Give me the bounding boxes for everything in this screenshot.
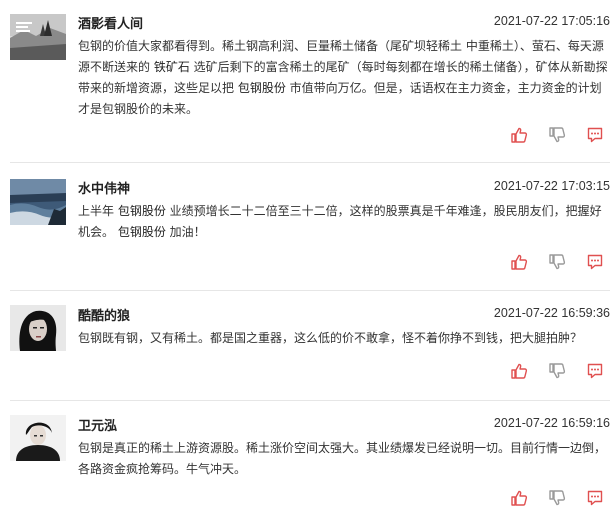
username[interactable]: 卫元泓 — [78, 415, 117, 434]
avatar-image — [10, 14, 66, 60]
username[interactable]: 酷酷的狼 — [78, 305, 130, 324]
comment-actions — [510, 253, 606, 271]
avatar[interactable] — [10, 305, 66, 351]
thumb-down-icon[interactable] — [548, 253, 566, 271]
avatar-image — [10, 305, 66, 351]
thumb-down-icon[interactable] — [548, 126, 566, 144]
avatar-image — [10, 415, 66, 461]
comment-item: 酒影看人间 2021-07-22 17:05:16 包钢的价值大家都看得到。稀土… — [0, 0, 614, 162]
comment-text: 包钢的价值大家都看得到。稀土钢高利润、巨量稀土储备（尾矿坝轻稀土 中重稀土）、萤… — [78, 36, 610, 120]
comment-icon[interactable] — [586, 362, 604, 380]
comment-actions — [510, 126, 606, 144]
thumb-up-icon[interactable] — [510, 489, 528, 507]
avatar-image — [10, 179, 66, 225]
stock-link[interactable]: 包钢股份 — [118, 225, 166, 239]
text-segment: 上半年 — [78, 204, 118, 218]
comment-icon[interactable] — [586, 126, 604, 144]
comment-actions — [510, 489, 606, 507]
comment-text: 包钢既有钢，又有稀土。都是国之重器，这么低的价不敢拿，怪不着你挣不到钱，把大腿拍… — [78, 328, 610, 349]
post-time: 2021-07-22 16:59:36 — [493, 306, 610, 320]
comment-icon[interactable] — [586, 253, 604, 271]
username[interactable]: 酒影看人间 — [78, 13, 143, 32]
stock-link[interactable]: 包钢股份 — [118, 204, 166, 218]
comment-list: 酒影看人间 2021-07-22 17:05:16 包钢的价值大家都看得到。稀土… — [0, 0, 614, 512]
comment-actions — [510, 362, 606, 380]
comment-item: 水中伟神 2021-07-22 17:03:15 上半年 包钢股份 业绩预增长二… — [0, 163, 614, 290]
post-time: 2021-07-22 17:05:16 — [493, 14, 610, 28]
text-segment: 包钢既有钢，又有稀土。都是国之重器，这么低的价不敢拿，怪不着你挣不到钱，把大腿拍… — [78, 331, 583, 345]
stock-link[interactable]: 铁矿石 — [154, 60, 190, 74]
comment-icon[interactable] — [586, 489, 604, 507]
text-segment: 包钢是真正的稀土上游资源股。稀土涨价空间太强大。其业绩爆发已经说明一切。目前行情… — [78, 441, 607, 476]
text-segment: 加油！ — [165, 225, 206, 239]
post-time: 2021-07-22 17:03:15 — [493, 179, 610, 193]
thumb-down-icon[interactable] — [548, 489, 566, 507]
avatar[interactable] — [10, 14, 66, 60]
comment-item: 卫元泓 2021-07-22 16:59:16 包钢是真正的稀土上游资源股。稀土… — [0, 401, 614, 512]
thumb-up-icon[interactable] — [510, 126, 528, 144]
stock-link[interactable]: 包钢股份 — [238, 81, 286, 95]
avatar[interactable] — [10, 179, 66, 225]
thumb-up-icon[interactable] — [510, 253, 528, 271]
post-time: 2021-07-22 16:59:16 — [493, 416, 610, 430]
thumb-down-icon[interactable] — [548, 362, 566, 380]
avatar[interactable] — [10, 415, 66, 461]
username[interactable]: 水中伟神 — [78, 178, 130, 197]
thumb-up-icon[interactable] — [510, 362, 528, 380]
comment-text: 包钢是真正的稀土上游资源股。稀土涨价空间太强大。其业绩爆发已经说明一切。目前行情… — [78, 438, 610, 480]
comment-text: 上半年 包钢股份 业绩预增长二十二倍至三十二倍，这样的股票真是千年难逢，股民朋友… — [78, 201, 610, 243]
comment-item: 酷酷的狼 2021-07-22 16:59:36 包钢既有钢，又有稀土。都是国之… — [0, 291, 614, 400]
